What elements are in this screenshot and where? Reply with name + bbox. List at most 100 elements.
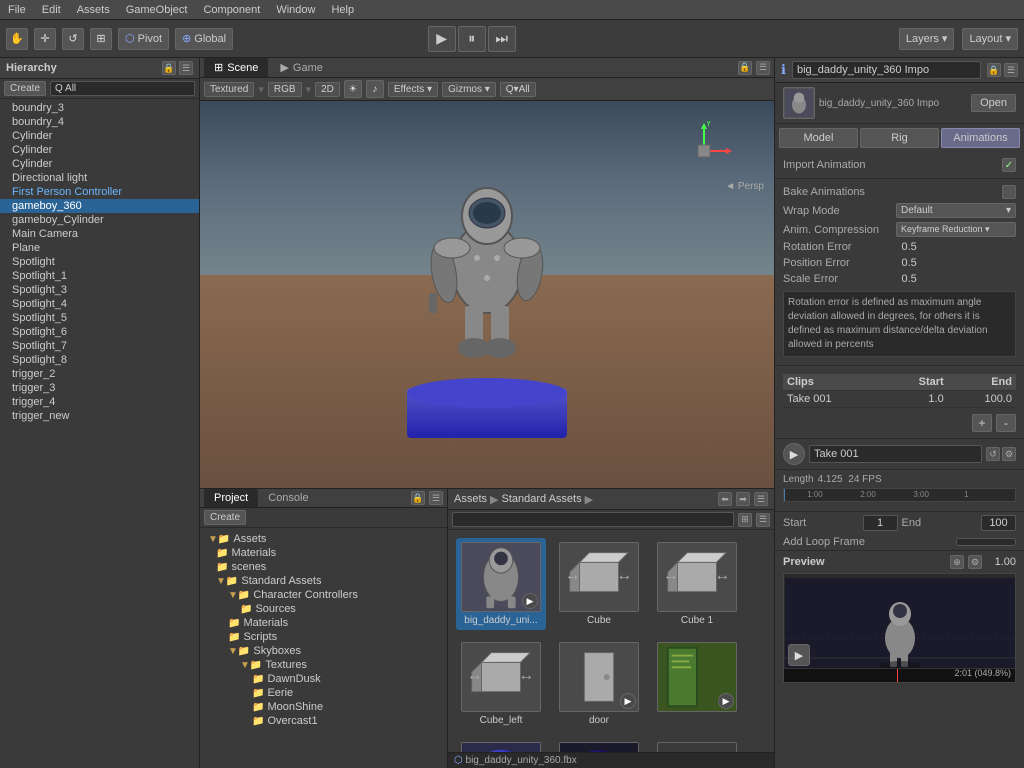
asset-item-generic2[interactable]: ▶ [652,738,742,752]
asset-browse-icon[interactable]: ⬅ [718,492,732,506]
tree-item-materials2[interactable]: 📁Materials [200,616,447,630]
menu-window[interactable]: Window [268,4,323,16]
menu-edit[interactable]: Edit [34,4,69,16]
anim-compression-dropdown[interactable]: Keyframe Reduction ▾ [896,222,1016,237]
list-item[interactable]: Spotlight_5 [0,311,199,325]
wrap-mode-dropdown[interactable]: Default ▾ [896,203,1016,218]
move-tool-icon[interactable]: ✛ [34,28,56,50]
preview-record-icon[interactable]: ⊕ [950,555,964,569]
hierarchy-search-input[interactable] [50,81,195,96]
list-item[interactable]: Main Camera [0,227,199,241]
rgb-button[interactable]: RGB [268,82,302,97]
list-item[interactable]: gameboy_Cylinder [0,213,199,227]
pivot-button[interactable]: ⬡ Pivot [118,28,169,50]
asset-item-cube-left[interactable]: ↔ ↔ Cube_left [456,638,546,730]
menu-component[interactable]: Component [195,4,268,16]
layers-dropdown[interactable]: Layers ▾ [899,28,955,50]
list-item[interactable]: boundry_4 [0,115,199,129]
asset-item-sphere-blue[interactable] [456,738,546,752]
list-item[interactable]: Spotlight_1 [0,269,199,283]
add-loop-slider[interactable] [956,538,1016,546]
preview-settings-icon[interactable]: ⚙ [968,555,982,569]
table-row[interactable]: Take 001 1.0 100.0 [783,391,1016,408]
asset-search-input[interactable] [452,512,734,527]
list-item[interactable]: Spotlight_3 [0,283,199,297]
global-button[interactable]: ⊕ Global [175,28,233,50]
list-item[interactable]: Spotlight_6 [0,325,199,339]
project-lock-icon[interactable]: 🔒 [411,491,425,505]
scale-tool-icon[interactable]: ⊞ [90,28,112,50]
tree-item-scenes[interactable]: 📁scenes [200,560,447,574]
breadcrumb-assets[interactable]: Assets [454,493,487,505]
import-animation-checkbox[interactable]: ✓ [1002,158,1016,172]
console-tab[interactable]: Console [258,489,318,507]
rotate-tool-icon[interactable]: ↺ [62,28,84,50]
list-item[interactable]: Spotlight [0,255,199,269]
list-item[interactable]: trigger_2 [0,367,199,381]
tree-item-dawndusk[interactable]: 📁DawnDusk [200,672,447,686]
menu-file[interactable]: File [0,4,34,16]
tree-item-eerie[interactable]: 📁Eerie [200,686,447,700]
tree-item-textures[interactable]: ▼📁Textures [200,658,447,672]
play-overlay-door[interactable]: ▶ [620,693,636,709]
tree-item-standard-assets[interactable]: ▼📁Standard Assets [200,574,447,588]
tree-item-moonshine[interactable]: 📁MoonShine [200,700,447,714]
list-item[interactable]: Directional light [0,171,199,185]
project-create-button[interactable]: Create [204,510,246,525]
pause-button[interactable]: ⏸ [458,26,486,52]
play-overlay-book[interactable]: ▶ [718,693,734,709]
gizmos-button[interactable]: Gizmos ▾ [442,82,496,97]
bake-animations-checkbox[interactable] [1002,185,1016,199]
asset-next-icon[interactable]: ➡ [736,492,750,506]
asset-item-door[interactable]: ▶ door [554,638,644,730]
list-item[interactable]: Spotlight_7 [0,339,199,353]
tree-item-materials[interactable]: 📁Materials [200,546,447,560]
hierarchy-create-button[interactable]: Create [4,81,46,96]
tree-item-scripts[interactable]: 📁Scripts [200,630,447,644]
list-item[interactable]: Cylinder [0,143,199,157]
search-all-button[interactable]: Q▾All [500,82,536,97]
project-menu-icon[interactable]: ☰ [429,491,443,505]
open-button[interactable]: Open [971,94,1016,112]
hierarchy-menu-icon[interactable]: ☰ [179,61,193,75]
hierarchy-lock-icon[interactable]: 🔒 [162,61,176,75]
asset-filter-icon[interactable]: ☰ [756,513,770,527]
preview-play-button[interactable]: ▶ [788,644,810,666]
list-item[interactable]: trigger_4 [0,395,199,409]
project-tab[interactable]: Project [204,489,258,507]
tree-item-assets[interactable]: ▼📁Assets [200,532,447,546]
asset-item-cube1[interactable]: ↔ ↔ Cube 1 [652,538,742,630]
clip-settings-icon[interactable]: ⚙ [1002,447,1016,461]
2d-button[interactable]: 2D [315,82,340,97]
tree-item-overcast1[interactable]: 📁Overcast1 [200,714,447,728]
menu-help[interactable]: Help [323,4,362,16]
asset-item-book[interactable]: ▶ [652,638,742,730]
inspector-lock-icon[interactable]: 🔒 [987,63,1001,77]
list-item[interactable]: trigger_3 [0,381,199,395]
layout-dropdown[interactable]: Layout ▾ [962,28,1018,50]
list-item[interactable]: Spotlight_4 [0,297,199,311]
hand-tool-icon[interactable]: ✋ [6,28,28,50]
audio-icon[interactable]: ♪ [366,80,384,98]
model-tab-button[interactable]: Model [779,128,858,148]
breadcrumb-standard-assets[interactable]: Standard Assets [501,493,581,505]
asset-item-bigdaddy[interactable]: ▶ big_daddy_uni... [456,538,546,630]
list-item[interactable]: Cylinder [0,157,199,171]
scene-viewport[interactable]: Y ◄ Persp [200,101,774,488]
remove-clip-button[interactable]: - [996,414,1016,432]
menu-gameobject[interactable]: GameObject [118,4,196,16]
tree-item-skyboxes[interactable]: ▼📁Skyboxes [200,644,447,658]
menu-assets[interactable]: Assets [69,4,118,16]
list-item[interactable]: Plane [0,241,199,255]
add-clip-button[interactable]: + [972,414,992,432]
start-input[interactable] [863,515,898,531]
preview-playhead[interactable] [897,669,898,682]
play-overlay[interactable]: ▶ [522,593,538,609]
tree-item-character-controllers[interactable]: ▼📁Character Controllers [200,588,447,602]
asset-menu-icon[interactable]: ☰ [754,492,768,506]
first-person-controller-item[interactable]: First Person Controller [0,185,199,199]
clip-name-input[interactable] [809,445,982,463]
textured-button[interactable]: Textured [204,82,254,97]
scene-tab[interactable]: ⊞ Scene [204,58,268,77]
game-tab[interactable]: ▶ Game [270,58,332,77]
